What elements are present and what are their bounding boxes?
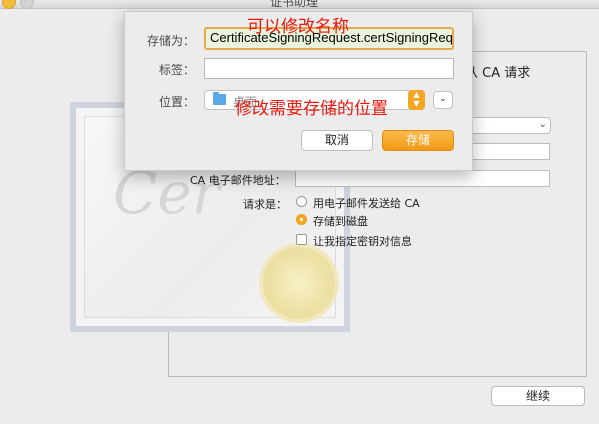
request-label: 请求是： [243, 198, 287, 211]
save-to-disk-label[interactable]: 存储到磁盘 [313, 213, 368, 229]
ca-email-field[interactable] [295, 170, 550, 187]
save-as-label: 存储为： [146, 34, 195, 48]
chevron-down-icon: ⌄ [538, 119, 547, 130]
title-bar: 证书助理 [0, 0, 599, 9]
specify-key-checkbox[interactable] [296, 234, 307, 245]
ca-email-label: CA 电子邮件地址： [190, 174, 286, 187]
tags-input[interactable] [204, 58, 454, 79]
certificate-seal-icon [263, 247, 335, 319]
panel-header: 从 CA 请求 [465, 66, 531, 81]
location-label: 位置： [158, 95, 195, 109]
email-to-ca-radio[interactable] [296, 196, 307, 207]
window-title: 证书助理 [270, 0, 319, 9]
key-type-select[interactable]: ⌄ [460, 117, 551, 134]
popup-stepper-icon: ▲ ▼ [408, 90, 425, 110]
expand-button[interactable]: ⌄ [433, 91, 453, 109]
email-to-ca-label[interactable]: 用电子邮件发送给 CA [313, 195, 420, 211]
zoom-button[interactable] [20, 0, 34, 9]
cancel-button[interactable]: 取消 [301, 130, 373, 151]
annotation-location: 修改需要存储的位置 [235, 99, 388, 119]
tags-label: 标签： [158, 63, 195, 77]
folder-icon [213, 92, 226, 105]
common-name-field[interactable] [460, 143, 550, 160]
save-button[interactable]: 存储 [382, 130, 454, 151]
specify-key-label[interactable]: 让我指定密钥对信息 [313, 233, 412, 249]
minimize-button[interactable] [2, 0, 16, 9]
save-to-disk-radio[interactable] [296, 214, 307, 225]
annotation-rename: 可以修改名称 [247, 17, 349, 37]
continue-button[interactable]: 继续 [491, 386, 585, 406]
